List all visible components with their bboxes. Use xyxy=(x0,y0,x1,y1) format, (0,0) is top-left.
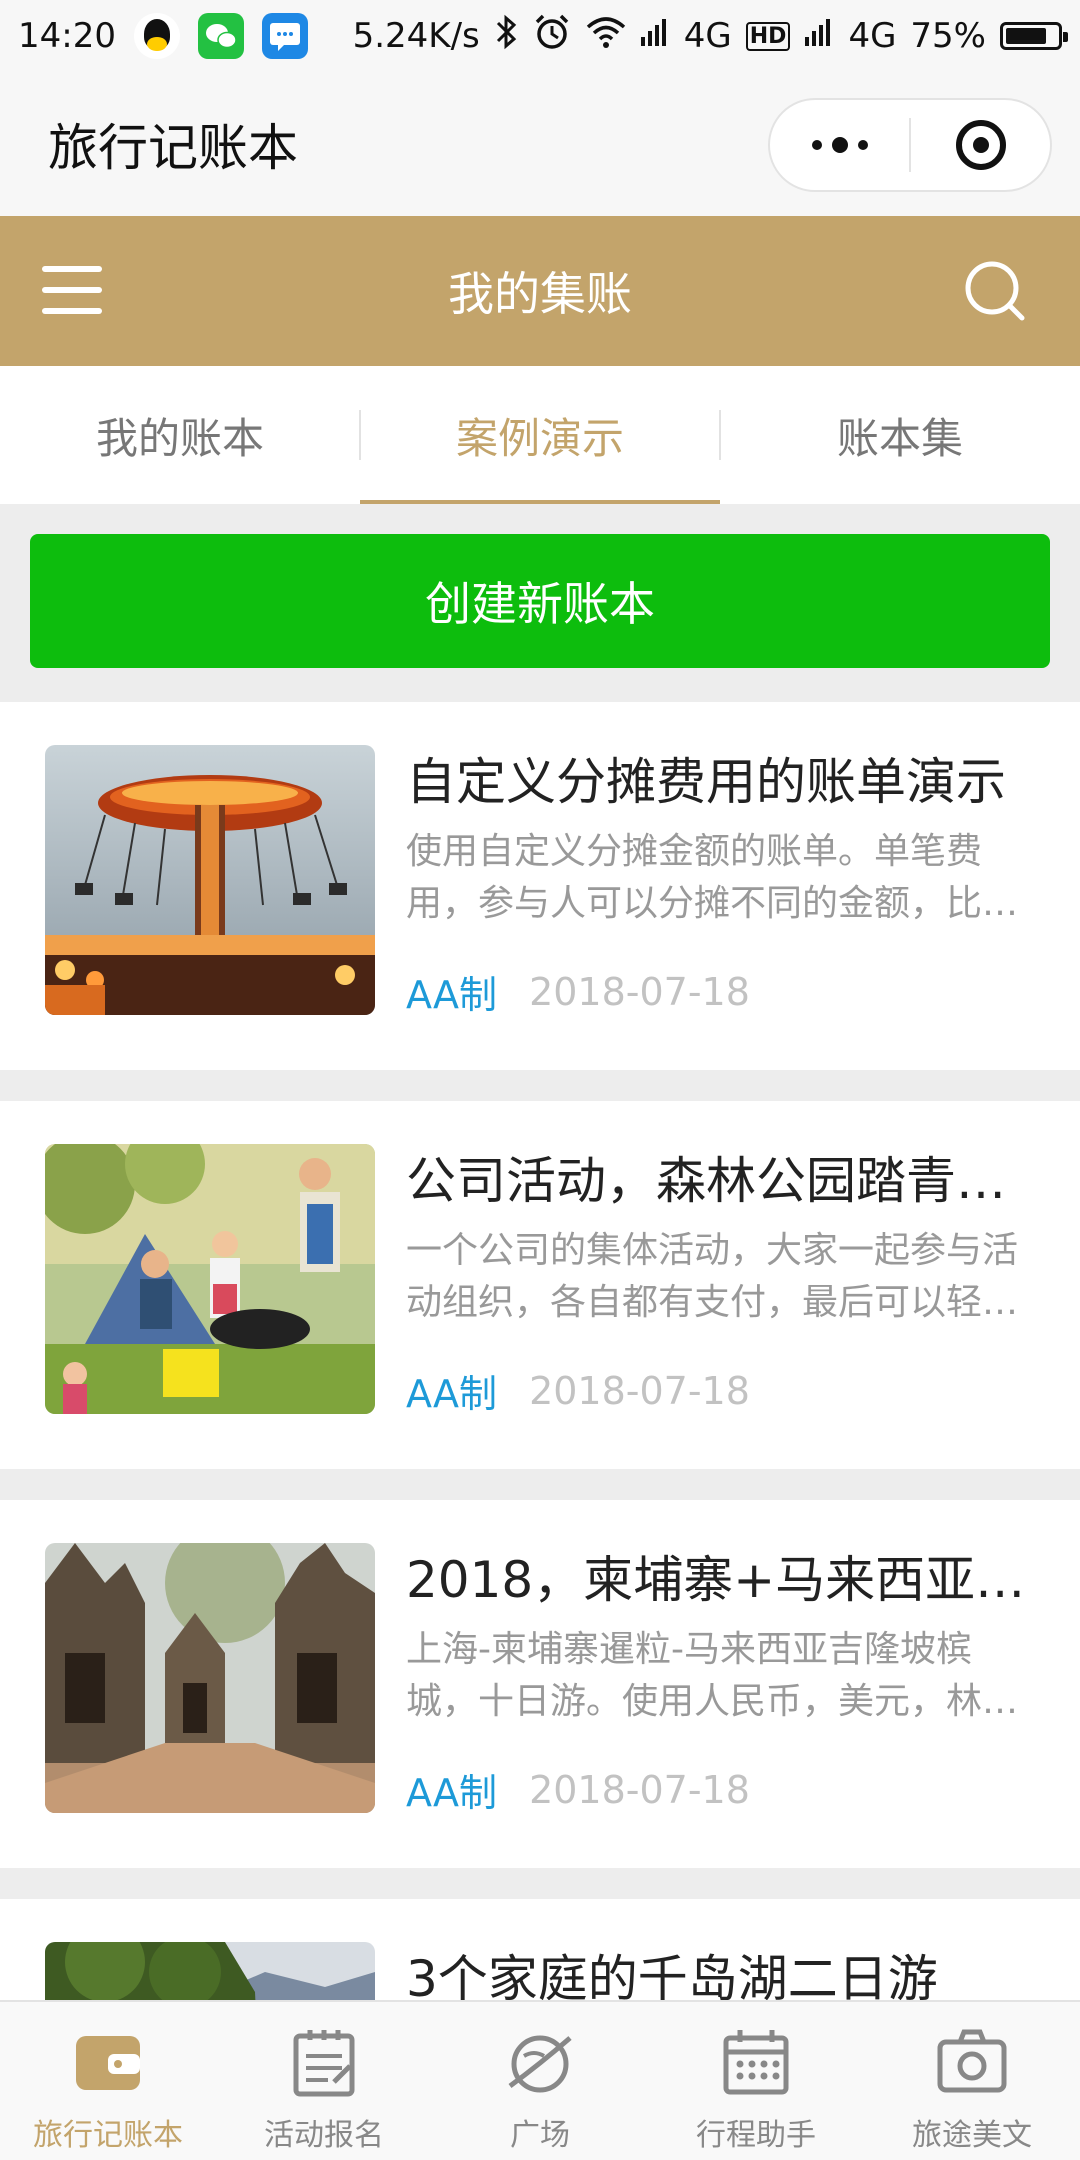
tabbar-item-event-signup[interactable]: 活动报名 xyxy=(216,2002,432,2160)
calendar-icon xyxy=(723,2030,789,2095)
tab-my-ledger[interactable]: 我的账本 xyxy=(0,366,360,504)
tabbar-item-travel-ledger[interactable]: 旅行记账本 xyxy=(0,2002,216,2160)
temple-ruins-thumbnail xyxy=(45,1543,375,1813)
card-description: 使用自定义分摊金额的账单。单笔费用，参与人可以分摊不同的金额，比… xyxy=(406,831,1019,924)
search-icon[interactable] xyxy=(962,258,1028,324)
card-title: 2018，柬埔寨+马来西亚… xyxy=(406,1551,1026,1609)
signal-icon-2 xyxy=(804,16,834,56)
tab-label: 我的账本 xyxy=(95,413,264,463)
family-picnic-thumbnail xyxy=(45,1144,375,1414)
card-title: 自定义分摊费用的账单演示 xyxy=(406,753,1006,811)
close-mini-program-button[interactable] xyxy=(911,100,1050,190)
tabbar-label: 广场 xyxy=(510,2118,570,2153)
card-description: 上海-柬埔寨暹粒-马来西亚吉隆坡槟城，十日游。使用人民币，美元，林… xyxy=(406,1629,1019,1722)
wechat-notification-icon xyxy=(197,13,244,59)
tab-divider xyxy=(719,410,721,460)
create-ledger-button[interactable]: 创建新账本 xyxy=(30,534,1050,668)
network-type-1: 4G xyxy=(683,16,732,56)
tab-case-demo[interactable]: 案例演示 xyxy=(360,366,720,504)
card-description: 一个公司的集体活动，大家一起参与活动组织，各自都有支付，最后可以轻… xyxy=(406,1230,1019,1323)
status-left: 14:20 xyxy=(18,13,308,59)
carnival-ride-thumbnail xyxy=(45,745,375,1015)
page-header: 我的集账 xyxy=(0,216,1080,366)
alarm-icon xyxy=(532,12,572,61)
tab-divider xyxy=(359,410,361,460)
split-type-tag: AA制 xyxy=(406,1372,498,1416)
card-meta: AA制 2018-07-18 xyxy=(406,1762,750,1817)
split-type-tag: AA制 xyxy=(406,1771,498,1815)
page-title: 我的集账 xyxy=(448,267,632,321)
tabbar-item-travel-articles[interactable]: 旅途美文 xyxy=(864,2002,1080,2160)
mini-program-title: 旅行记账本 xyxy=(48,119,298,177)
capsule-menu xyxy=(768,98,1052,192)
tab-bar: 我的账本 案例演示 账本集 xyxy=(0,366,1080,504)
tabbar-item-plaza[interactable]: 广场 xyxy=(432,2002,648,2160)
tab-ledger-collection[interactable]: 账本集 xyxy=(720,366,1080,504)
list-item[interactable]: 公司活动，森林公园踏青… 一个公司的集体活动，大家一起参与活动组织，各自都有支付… xyxy=(0,1101,1080,1469)
card-title: 公司活动，森林公园踏青… xyxy=(406,1152,1006,1210)
list-item[interactable]: 2018，柬埔寨+马来西亚… 上海-柬埔寨暹粒-马来西亚吉隆坡槟城，十日游。使用… xyxy=(0,1500,1080,1868)
hd-badge: HD xyxy=(745,21,791,51)
hamburger-menu-icon[interactable] xyxy=(42,266,102,314)
card-date: 2018-07-18 xyxy=(529,969,750,1014)
split-type-tag: AA制 xyxy=(406,973,498,1017)
list-item[interactable]: 自定义分摊费用的账单演示 使用自定义分摊金额的账单。单笔费用，参与人可以分摊不同… xyxy=(0,702,1080,1070)
battery-icon xyxy=(1000,22,1068,50)
tabbar-label: 旅行记账本 xyxy=(33,2118,183,2153)
network-type-2: 4G xyxy=(848,16,897,56)
status-time: 14:20 xyxy=(18,16,116,56)
card-meta: AA制 2018-07-18 xyxy=(406,1363,750,1418)
card-date: 2018-07-18 xyxy=(529,1767,750,1812)
tabbar-label: 活动报名 xyxy=(264,2118,384,2153)
tabbar-label: 旅途美文 xyxy=(912,2118,1032,2153)
more-dots-icon xyxy=(811,137,868,153)
more-button[interactable] xyxy=(770,100,909,190)
wifi-icon xyxy=(586,15,626,58)
wallet-icon xyxy=(76,2036,140,2090)
net-speed: 5.24K/s xyxy=(352,16,480,56)
tabbar-label: 行程助手 xyxy=(696,2118,816,2153)
battery-percent: 75% xyxy=(910,16,986,56)
camera-icon xyxy=(937,2029,1007,2093)
bottom-tab-bar: 旅行记账本 活动报名 广场 行程助手 旅途美文 xyxy=(0,2000,1080,2160)
card-meta: AA制 2018-07-18 xyxy=(406,964,750,1019)
close-target-icon xyxy=(955,120,1006,170)
message-notification-icon xyxy=(261,13,308,59)
planet-icon xyxy=(508,2035,572,2093)
app-screen: 14:20 5.24K/s 4G HD 4G 75% 旅行记账本 我的集账 我的… xyxy=(0,0,1080,2160)
mini-program-nav: 旅行记账本 xyxy=(0,72,1080,216)
bluetooth-icon xyxy=(494,14,518,59)
signal-icon xyxy=(640,16,670,56)
tab-label: 案例演示 xyxy=(455,413,624,463)
qq-notification-icon xyxy=(133,13,180,59)
tab-label: 账本集 xyxy=(836,413,963,463)
status-right: 5.24K/s 4G HD 4G 75% xyxy=(352,12,1068,61)
tabbar-item-itinerary[interactable]: 行程助手 xyxy=(648,2002,864,2160)
clipboard-icon xyxy=(293,2030,355,2097)
status-bar: 14:20 5.24K/s 4G HD 4G 75% xyxy=(0,0,1080,72)
card-date: 2018-07-18 xyxy=(529,1368,750,1413)
